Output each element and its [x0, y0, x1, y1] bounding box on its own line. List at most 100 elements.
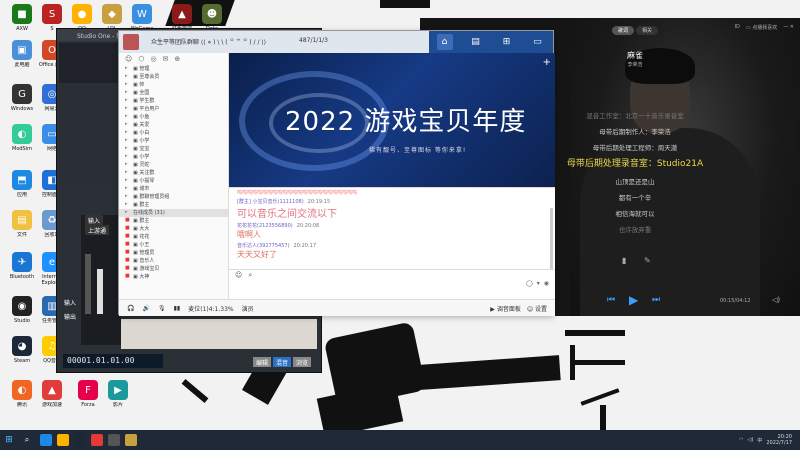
taskbar-app-icon[interactable] [74, 434, 86, 446]
list-icon[interactable]: ▤ [468, 34, 484, 50]
member-group-item[interactable]: ▣ 宝宝 [119, 145, 228, 153]
footer-right-actions: ▶ 调音面板 ☺ 设置 [490, 304, 547, 313]
edit-icon[interactable]: ✎ [644, 256, 651, 265]
member-group-item[interactable]: ▣ 平台用户 [119, 105, 228, 113]
chat-message[interactable]: 花花花花(2123556890) 20:20:08 哦啊人 [229, 222, 555, 240]
message-input-area[interactable]: ☺ ⌕ ◯ ▾ ◉ [229, 269, 555, 299]
online-member-item[interactable]: ▣ 音乐人 [119, 257, 228, 265]
chat-emoji-row: 呜呜呜呜呜呜呜呜呜呜呜呜呜呜呜呜呜呜呜呜呜呜呜呜 [237, 190, 358, 196]
mic-icon[interactable]: ◉ [544, 280, 549, 287]
online-member-item[interactable]: ▣ 大大 [119, 225, 228, 233]
input-toolbar: ☺ ⌕ [229, 270, 555, 280]
chat-message[interactable]: 音乐达人(392775457) 20:20:17 天天又好了 [229, 242, 555, 260]
online-member-item[interactable]: ▣ 管理员 [119, 249, 228, 257]
member-group-item[interactable]: ▣ 群主 [119, 201, 228, 209]
search-icon[interactable]: ⌕ [18, 435, 36, 445]
member-group-item[interactable]: ▣ 灵蛇 [119, 161, 228, 169]
user-id[interactable]: ID [735, 24, 740, 31]
input-method-icon[interactable]: 中 [757, 437, 762, 444]
clock[interactable]: 20:20 2022/7/17 [766, 434, 792, 446]
member-group-item[interactable]: ▣ 群聊管理员组 [119, 193, 228, 201]
friends-icon[interactable]: ☺ [125, 55, 132, 63]
group-icon[interactable]: ⬡ [138, 55, 144, 63]
volume-icon[interactable]: ◁) [772, 296, 780, 304]
taskbar-app-icon[interactable] [91, 434, 103, 446]
online-members-header[interactable]: 在线成员 (31) [119, 209, 228, 217]
headphone-icon[interactable]: 🎧 [127, 305, 134, 312]
member-group-item[interactable]: ▣ 关爱 [119, 121, 228, 129]
volume-icon[interactable]: ◁) [748, 437, 754, 443]
voice-room-footer: 🎧 🔊 🎙 ▮▮ 麦位(1)4:1.33% 演员 ▶ 调音面板 ☺ 设置 [119, 299, 555, 316]
taskbar-app-icon[interactable] [108, 434, 120, 446]
next-track-icon[interactable]: ⏭ [652, 295, 660, 305]
mic-icon[interactable]: 🎙 [158, 305, 166, 312]
app-icon: ◐ [12, 380, 32, 400]
daw-fader[interactable] [97, 269, 103, 314]
add-icon[interactable]: + [543, 57, 551, 68]
location-icon[interactable]: ◎ [150, 55, 156, 63]
speaker-icon[interactable]: 🔊 [142, 305, 149, 312]
desktop-icon[interactable]: ▶ 影片 [100, 380, 136, 408]
lyric-line: 相信海就可以 [615, 210, 655, 218]
desktop-icon[interactable]: ▲ 游戏加速 [34, 380, 70, 408]
folder-icon[interactable]: ▭ [530, 34, 546, 50]
group-chat-window[interactable]: 众生平等团队群聊 ⟨⟨ ⋄ ) \ \ ( ꒪ ꒳ ꒪ ) / / ⟩⟩ 487… [118, 30, 555, 316]
member-group-item[interactable]: ▣ 关注群 [119, 169, 228, 177]
daw-fader[interactable] [85, 254, 91, 314]
taskbar-app-icon[interactable] [57, 434, 69, 446]
group-avatar[interactable] [123, 34, 139, 50]
member-list-panel: ☺ ⬡ ◎ ✉ ⊕ ▣ 管理▣ 至尊会员▣ 帅▣ 全国▣ 学生群▣ 平台用户▣ … [119, 53, 229, 316]
mixer-button[interactable]: ▶ 调音面板 [490, 304, 521, 313]
daw-track-lane[interactable] [121, 319, 317, 349]
taskbar-app-icon[interactable] [125, 434, 137, 446]
song-artist[interactable]: 李荣浩 [570, 61, 700, 68]
tab-lyrics[interactable]: 歌词 [612, 26, 635, 35]
app-icon: G [12, 84, 32, 104]
member-group-item[interactable]: ▣ 小鱼 [119, 113, 228, 121]
chat-message[interactable]: [群主] 小宝贝音乐(1111108) 20:19:15 可以音乐之间交流以下 [229, 198, 555, 220]
mail-icon[interactable]: ✉ [163, 55, 169, 63]
game-icon[interactable]: ⊞ [499, 34, 515, 50]
online-member-item[interactable]: ▣ 大神 [119, 273, 228, 281]
chevron-down-icon[interactable]: ▾ [537, 280, 540, 287]
promo-banner[interactable]: 2022 游戏宝贝年度 稀有靓号、至尊图标 等你来拿! + [229, 53, 555, 187]
chat-icon[interactable]: ◯ [526, 280, 533, 287]
daw-mix-tab[interactable]: 混音 [273, 357, 292, 367]
daw-edit-tab[interactable]: 编辑 [253, 357, 272, 367]
member-group-item[interactable]: ▣ 城市 [119, 185, 228, 193]
app-icon: F [78, 380, 98, 400]
member-group-item[interactable]: ▣ 学生群 [119, 97, 228, 105]
taskbar-app-icon[interactable] [40, 434, 52, 446]
tab-related[interactable]: 相关 [636, 26, 659, 35]
add-icon[interactable]: ⊕ [174, 55, 180, 63]
member-group-item[interactable]: ▣ 小学 [119, 137, 228, 145]
previous-track-icon[interactable]: ⏮ [607, 295, 615, 305]
start-button[interactable]: ⊞ [0, 435, 18, 445]
member-group-item[interactable]: ▣ 小学 [119, 153, 228, 161]
daw-browse-tab[interactable]: 浏览 [293, 357, 312, 367]
app-icon: ⬒ [12, 170, 32, 190]
online-member-item[interactable]: ▣ 游戏宝贝 [119, 265, 228, 273]
search-icon[interactable]: ⌕ [248, 271, 252, 279]
emoji-icon[interactable]: ☺ [235, 271, 242, 279]
favorites-link[interactable]: ▭ 点播我喜欢 [746, 24, 777, 31]
member-group-item[interactable]: ▣ 管理 [119, 65, 228, 73]
play-icon[interactable]: ▶ [629, 293, 638, 307]
chat-scrollbar[interactable] [550, 208, 553, 278]
window-controls[interactable]: — ✕ [783, 24, 794, 31]
network-icon[interactable]: ◠ [739, 437, 743, 443]
comment-icon[interactable]: ▮ [622, 256, 626, 265]
online-member-item[interactable]: ▣ 小王 [119, 241, 228, 249]
chat-title-bar[interactable]: 众生平等团队群聊 ⟨⟨ ⋄ ) \ \ ( ꒪ ꒳ ꒪ ) / / ⟩⟩ 487… [119, 31, 553, 53]
lyric-line: 母带后期制作人：李荣浩 [599, 128, 671, 136]
online-member-item[interactable]: ▣ 花花 [119, 233, 228, 241]
member-group-item[interactable]: ▣ 至尊会员 [119, 73, 228, 81]
member-group-item[interactable]: ▣ 全国 [119, 89, 228, 97]
settings-button[interactable]: ☺ 设置 [527, 304, 547, 313]
home-icon[interactable]: ⌂ [436, 34, 453, 50]
member-group-item[interactable]: ▣ 小提琴 [119, 177, 228, 185]
member-group-item[interactable]: ▣ 小白 [119, 129, 228, 137]
group-title: 众生平等团队群聊 ⟨⟨ ⋄ ) \ \ ( ꒪ ꒳ ꒪ ) / / ⟩⟩ [151, 39, 267, 46]
online-member-item[interactable]: ▣ 群主 [119, 217, 228, 225]
member-group-item[interactable]: ▣ 帅 [119, 81, 228, 89]
